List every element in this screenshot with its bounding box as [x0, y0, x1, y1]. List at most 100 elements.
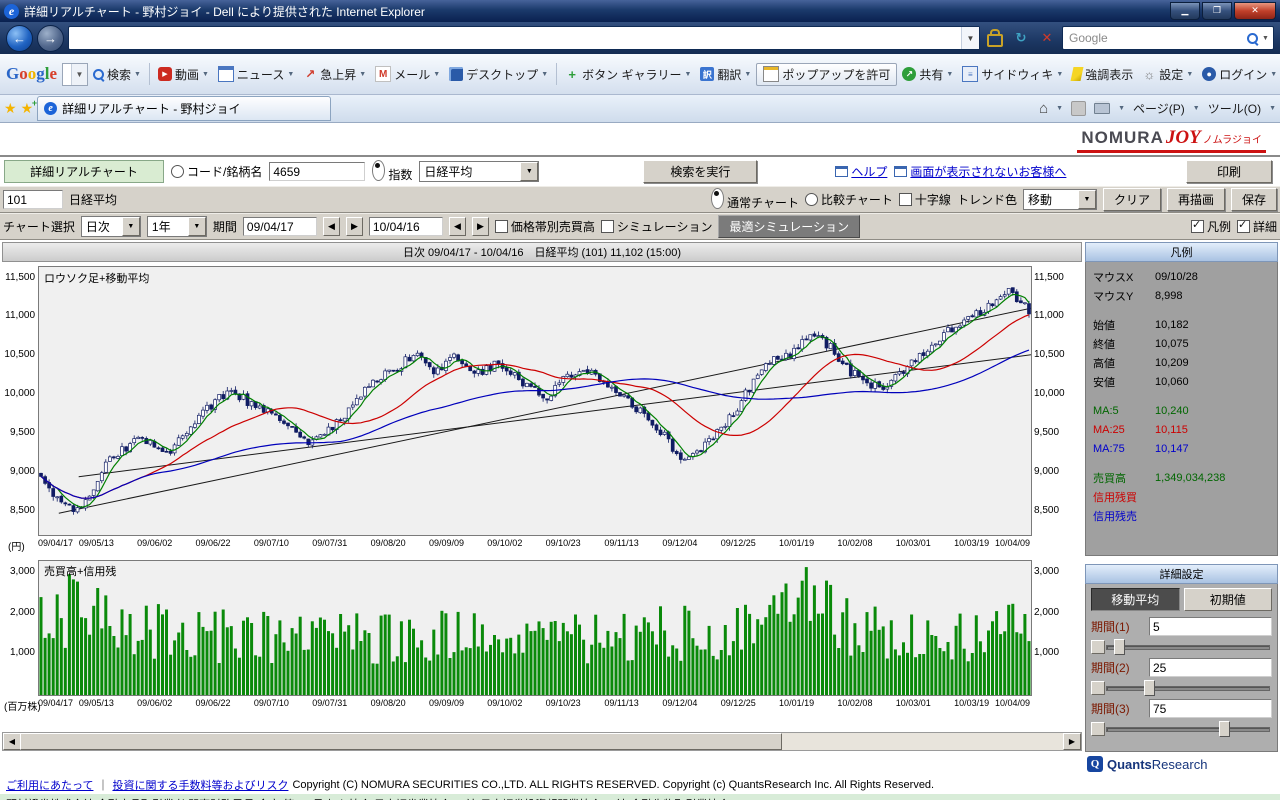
- home-icon[interactable]: ⌂: [1039, 100, 1048, 117]
- period-slider-3[interactable]: [1091, 720, 1272, 737]
- print-icon[interactable]: [1094, 103, 1110, 114]
- search-dropdown-icon[interactable]: ▼: [1258, 27, 1273, 49]
- settings-panel: 移動平均 初期値 期間(1)5期間(2)25期間(3)75: [1085, 584, 1278, 752]
- search-icon[interactable]: [1247, 33, 1258, 44]
- tab-moving-average[interactable]: 移動平均: [1091, 588, 1180, 611]
- tools-menu-button[interactable]: ツール(O): [1208, 100, 1261, 117]
- checkbox-price-volume[interactable]: 価格帯別売買高: [495, 218, 595, 235]
- settings-panel-header: 詳細設定: [1085, 564, 1278, 584]
- execute-search-button[interactable]: 検索を実行: [643, 160, 757, 183]
- back-button[interactable]: ←: [6, 25, 33, 52]
- toolbar-item-popup[interactable]: ポップアップを許可: [756, 63, 897, 86]
- toolbar-item-sidewiki[interactable]: ≡サイドウィキ▼: [958, 63, 1067, 86]
- address-bar[interactable]: ▼: [68, 26, 980, 50]
- trend-color-label: トレンド色: [957, 191, 1017, 208]
- toolbar-item-search[interactable]: 検索▼: [89, 63, 145, 86]
- span-select[interactable]: 1年▼: [147, 216, 207, 237]
- toolbar-item-youtube[interactable]: ▶動画▼: [154, 63, 213, 86]
- candlestick-plot[interactable]: [39, 267, 1031, 535]
- print-dropdown-icon[interactable]: ▼: [1118, 105, 1125, 112]
- date-from-next-button[interactable]: ▶: [346, 217, 363, 236]
- toolbar-item-gmail[interactable]: Mメール▼: [371, 63, 444, 86]
- price-x-tick: 09/07/31: [312, 538, 347, 548]
- rss-feed-icon[interactable]: [1071, 101, 1086, 116]
- help-link[interactable]: ヘルプ: [835, 163, 887, 180]
- toolbar-item-settings[interactable]: ☼設定▼: [1138, 63, 1197, 86]
- toolbar-item-desktop[interactable]: デスクトップ▼: [445, 63, 552, 86]
- period-row-3: 期間(3)75: [1091, 699, 1272, 718]
- checkbox-detail[interactable]: 詳細: [1237, 218, 1277, 235]
- toolbar-item-highlight[interactable]: 強調表示: [1068, 63, 1137, 86]
- redraw-button[interactable]: 再描画: [1167, 188, 1225, 211]
- checkbox-crosshair[interactable]: 十字線: [899, 191, 951, 208]
- news-icon: [218, 66, 234, 82]
- period-slider-1[interactable]: [1091, 638, 1272, 655]
- scrollbar-thumb[interactable]: [20, 733, 782, 750]
- toolbar-item-share[interactable]: ↗共有▼: [898, 63, 957, 86]
- index-select[interactable]: 日経平均▼: [419, 161, 539, 182]
- chart-select-label[interactable]: チャート選択: [3, 218, 75, 235]
- slider-thumb[interactable]: [1144, 680, 1155, 696]
- volume-plot[interactable]: [39, 561, 1031, 695]
- translate-icon: 訳: [700, 67, 714, 81]
- period-input-2[interactable]: 25: [1149, 658, 1272, 677]
- address-dropdown-icon[interactable]: ▼: [961, 27, 979, 49]
- save-button[interactable]: 保存: [1231, 188, 1277, 211]
- page-content: NOMURA JOY ノムラジョイ 詳細リアルチャート コード/銘柄名 4659…: [0, 123, 1280, 800]
- terms-link[interactable]: ご利用にあたって: [6, 777, 93, 793]
- refresh-button[interactable]: ↻: [1010, 27, 1032, 49]
- close-button[interactable]: ✕: [1234, 2, 1276, 20]
- add-favorite-icon[interactable]: ★: [21, 100, 34, 117]
- toolbar-item-translate[interactable]: 訳翻訳▼: [696, 63, 755, 86]
- period-input-3[interactable]: 75: [1149, 699, 1272, 718]
- google-search-input[interactable]: ▼: [62, 63, 88, 86]
- window-title: 詳細リアルチャート - 野村ジョイ - Dell により提供された Intern…: [24, 3, 1168, 20]
- desktop-icon: [449, 67, 463, 81]
- optimal-simulation-button[interactable]: 最適シミュレーション: [718, 215, 860, 238]
- slider-thumb[interactable]: [1114, 639, 1125, 655]
- radio-normal-chart[interactable]: 通常チャート: [711, 188, 799, 211]
- trend-color-select[interactable]: 移動▼: [1023, 189, 1097, 210]
- date-from-input[interactable]: 09/04/17: [243, 217, 317, 236]
- volume-chart[interactable]: 売買高+信用残 3,0003,0002,0002,0001,0001,000 0…: [2, 556, 1082, 714]
- toolbar-item-login[interactable]: ●ログイン▼: [1198, 63, 1280, 86]
- period-slider-2[interactable]: [1091, 679, 1272, 696]
- clear-button[interactable]: クリア: [1103, 188, 1161, 211]
- display-issue-link[interactable]: 画面が表示されないお客様へ: [894, 163, 1066, 180]
- horizontal-scrollbar[interactable]: ◀ ▶: [2, 732, 1082, 751]
- scroll-right-icon[interactable]: ▶: [1063, 733, 1081, 750]
- radio-index[interactable]: 指数: [372, 160, 412, 183]
- code-input[interactable]: 4659: [269, 162, 365, 181]
- browser-tab[interactable]: e 詳細リアルチャート - 野村ジョイ: [37, 96, 331, 121]
- toolbar-item-trending[interactable]: ↗急上昇▼: [299, 63, 370, 86]
- tab-initial-value[interactable]: 初期値: [1184, 588, 1273, 611]
- toolbar-item-news[interactable]: ニュース▼: [214, 63, 298, 86]
- google-search-dropdown-icon[interactable]: ▼: [71, 64, 87, 85]
- stop-button[interactable]: ✕: [1036, 27, 1058, 49]
- price-chart[interactable]: ロウソク足+移動平均 11,50011,50011,00011,00010,50…: [2, 262, 1082, 556]
- radio-code[interactable]: コード/銘柄名: [171, 163, 262, 180]
- date-to-next-button[interactable]: ▶: [472, 217, 489, 236]
- page-menu-button[interactable]: ページ(P): [1133, 100, 1185, 117]
- search-box[interactable]: Google ▼: [1062, 26, 1274, 50]
- scroll-left-icon[interactable]: ◀: [3, 733, 21, 750]
- checkbox-simulation[interactable]: シミュレーション: [601, 218, 713, 235]
- volume-x-tick: 09/10/23: [546, 698, 581, 708]
- frequency-select[interactable]: 日次▼: [81, 216, 141, 237]
- print-button[interactable]: 印刷: [1186, 160, 1272, 183]
- maximize-button[interactable]: ❐: [1202, 2, 1232, 20]
- radio-compare-chart[interactable]: 比較チャート: [805, 191, 893, 208]
- home-dropdown-icon[interactable]: ▼: [1056, 105, 1063, 112]
- checkbox-legend[interactable]: 凡例: [1191, 218, 1231, 235]
- date-to-prev-button[interactable]: ◀: [449, 217, 466, 236]
- favorites-star-icon[interactable]: ★: [4, 100, 17, 117]
- forward-button[interactable]: →: [37, 25, 64, 52]
- toolbar-item-gallery[interactable]: +ボタン ギャラリー▼: [561, 63, 695, 86]
- date-to-input[interactable]: 10/04/16: [369, 217, 443, 236]
- slider-thumb[interactable]: [1219, 721, 1230, 737]
- fees-risk-link[interactable]: 投資に関する手数料等およびリスク: [112, 777, 288, 793]
- date-from-prev-button[interactable]: ◀: [323, 217, 340, 236]
- minimize-button[interactable]: ▁: [1170, 2, 1200, 20]
- series-code-input[interactable]: 101: [3, 190, 63, 209]
- period-input-1[interactable]: 5: [1149, 617, 1272, 636]
